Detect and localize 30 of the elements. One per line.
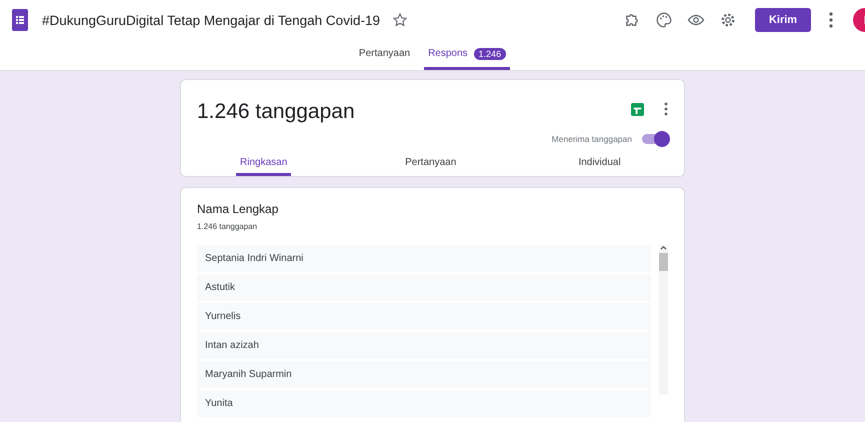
star-icon[interactable] [392,12,408,28]
scroll-up-icon[interactable] [660,245,667,250]
answer-row: Astutik [197,274,651,301]
settings-icon[interactable] [719,11,737,29]
answer-row: Yunita [197,390,651,417]
answer-row: Intan azizah [197,332,651,359]
form-tab[interactable]: Pertanyaan [354,40,414,70]
answer-row: Yurnelis [197,303,651,330]
accepting-responses-toggle[interactable] [642,134,668,144]
question-response-count: 1.246 tanggapan [197,222,258,231]
scrollbar-track[interactable] [659,245,668,395]
puzzle-icon[interactable] [623,11,641,29]
form-tab[interactable]: Respons 1.246 [424,40,510,70]
summary-tab[interactable]: Pertanyaan [346,152,516,176]
scrollbar-thumb[interactable] [659,253,668,271]
answer-row: Septania Indri Winarni [197,245,651,272]
question-title: Nama Lengkap [197,202,280,216]
summary-tab[interactable]: Individual [515,152,684,176]
forms-logo-icon[interactable] [12,9,28,31]
accepting-responses-label: Menerima tanggapan [552,134,632,144]
response-count-badge: 1.246 [474,48,506,60]
more-options-icon[interactable] [829,12,833,28]
form-title[interactable]: #DukungGuruDigital Tetap Mengajar di Tengah Covid-19 [42,12,380,28]
answer-row: Maryanih Suparmin [197,361,651,388]
send-button[interactable]: Kirim [755,8,811,32]
palette-icon[interactable] [655,11,673,29]
summary-tab[interactable]: Ringkasan [236,152,292,176]
spreadsheet-icon[interactable] [631,102,644,116]
more-options-icon[interactable] [664,102,668,116]
response-count-title: 1.246 tanggapan [197,100,355,124]
